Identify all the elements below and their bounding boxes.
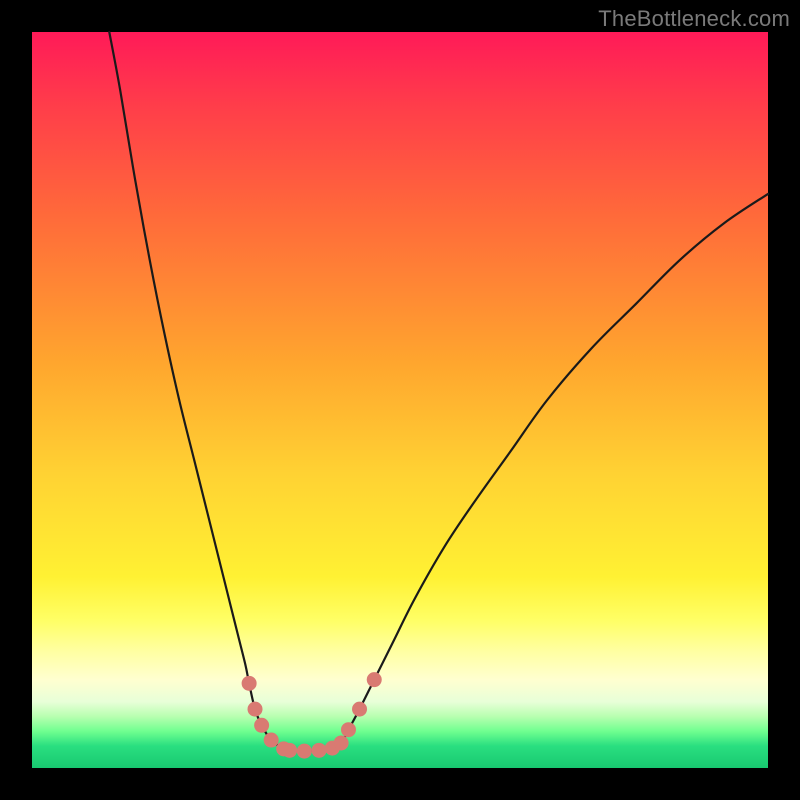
trough-marker-dot	[341, 722, 356, 737]
trough-marker-dot	[297, 744, 312, 759]
chart-plot-area	[32, 32, 768, 768]
trough-marker-dot	[312, 743, 327, 758]
chart-frame: TheBottleneck.com	[0, 0, 800, 800]
watermark-text: TheBottleneck.com	[598, 6, 790, 32]
trough-markers	[242, 672, 382, 758]
trough-marker-dot	[248, 702, 263, 717]
trough-marker-dot	[254, 718, 269, 733]
curve-right	[304, 194, 768, 751]
curve-svg	[32, 32, 768, 768]
trough-marker-dot	[242, 676, 257, 691]
curve-left	[109, 32, 304, 751]
trough-marker-dot	[334, 735, 349, 750]
trough-marker-dot	[352, 702, 367, 717]
trough-marker-dot	[264, 733, 279, 748]
trough-marker-dot	[282, 743, 297, 758]
trough-marker-dot	[367, 672, 382, 687]
